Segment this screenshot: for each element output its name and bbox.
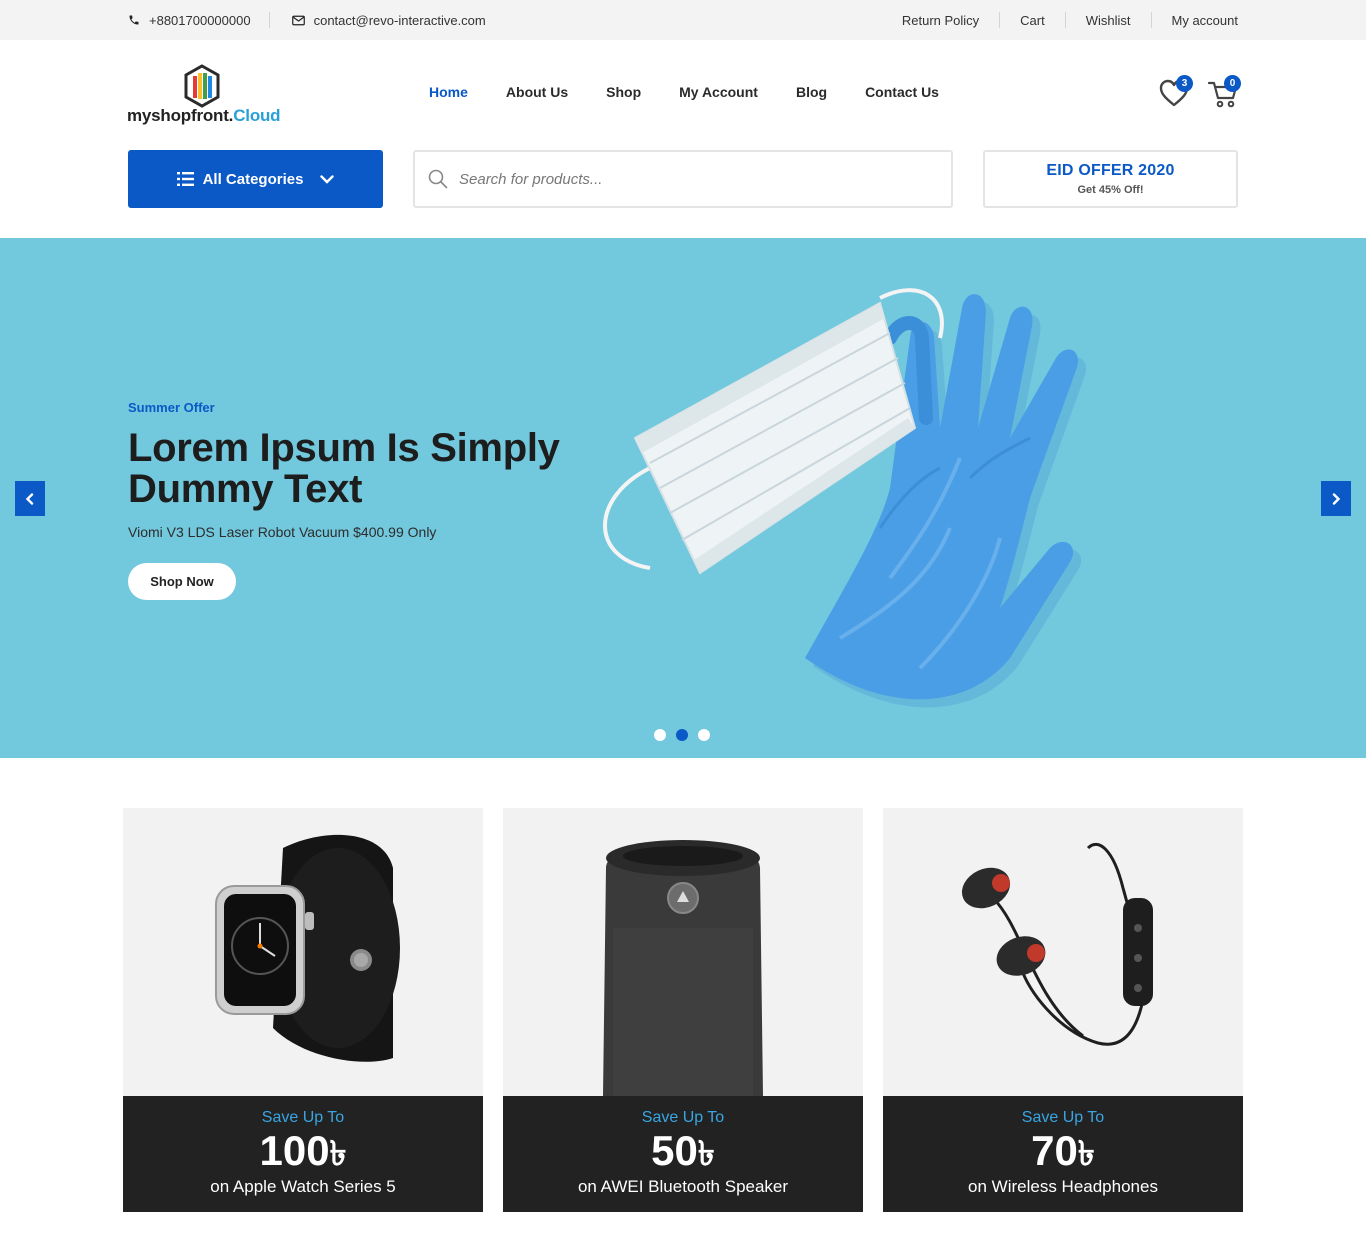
promo-description: on Wireless Headphones [968, 1177, 1158, 1196]
hero-subtitle: Viomi V3 LDS Laser Robot Vacuum $400.99 … [128, 524, 437, 540]
promo-card-footer: Save Up To 50৳ on AWEI Bluetooth Speaker [503, 1096, 863, 1212]
hero-eyebrow: Summer Offer [128, 400, 215, 415]
slider-dots [654, 729, 710, 741]
list-icon [176, 172, 194, 186]
search-icon[interactable] [428, 169, 448, 189]
all-categories-label: All Categories [202, 170, 304, 188]
cart-count-badge: 0 [1224, 75, 1241, 92]
wishlist-button[interactable]: 3 [1158, 75, 1193, 110]
envelope-icon [291, 15, 305, 25]
my-account-link[interactable]: My account [1172, 13, 1238, 28]
search-bar [413, 150, 953, 208]
search-input[interactable] [459, 170, 919, 188]
promo-amount: 50৳ [651, 1127, 715, 1174]
chevron-down-icon [320, 174, 335, 184]
shop-now-button[interactable]: Shop Now [128, 563, 236, 600]
slider-dot-2[interactable] [676, 729, 688, 741]
slider-dot-3[interactable] [698, 729, 710, 741]
promo-card-footer: Save Up To 70৳ on Wireless Headphones [883, 1096, 1243, 1212]
hero-slider: Summer Offer Lorem Ipsum Is Simply Dummy… [0, 238, 1366, 758]
promo-save-label: Save Up To [261, 1109, 345, 1126]
promo-card-watch[interactable]: Save Up To 100৳ on Apple Watch Series 5 [123, 808, 483, 1212]
eid-offer-banner[interactable]: EID OFFER 2020 Get 45% Off! [983, 150, 1238, 208]
promo-amount: 100৳ [259, 1127, 347, 1174]
all-categories-button[interactable]: All Categories [128, 150, 383, 208]
promo-card-footer: Save Up To 100৳ on Apple Watch Series 5 [123, 1096, 483, 1212]
wishlist-link[interactable]: Wishlist [1086, 13, 1131, 28]
site-logo[interactable]: myshopfront.Cloud [127, 64, 287, 128]
cart-button[interactable]: 0 [1207, 75, 1243, 110]
divider [1064, 12, 1066, 28]
main-nav: Home About Us Shop My Account Blog Conta… [429, 84, 939, 100]
hero-title: Lorem Ipsum Is Simply Dummy Text [128, 426, 560, 511]
logo-text: myshopfront.Cloud [127, 106, 281, 125]
slider-prev-button[interactable] [15, 481, 45, 516]
cart-link[interactable]: Cart [1020, 13, 1045, 28]
nav-home[interactable]: Home [429, 84, 468, 100]
promo-save-label: Save Up To [641, 1109, 725, 1126]
top-bar: +8801700000000 contact@revo-interactive.… [0, 0, 1366, 40]
email-address: contact@revo-interactive.com [313, 12, 486, 28]
offer-subtitle: Get 45% Off! [1077, 184, 1144, 196]
divider [999, 12, 1001, 28]
divider [268, 12, 270, 28]
promo-card-speaker[interactable]: Save Up To 50৳ on AWEI Bluetooth Speaker [503, 808, 863, 1212]
chevron-left-icon [25, 492, 34, 505]
slider-next-button[interactable] [1321, 481, 1351, 516]
nav-my-account[interactable]: My Account [679, 84, 758, 100]
promo-card-headphones[interactable]: Save Up To 70৳ on Wireless Headphones [883, 808, 1243, 1212]
phone-icon [129, 15, 139, 25]
phone-number: +8801700000000 [149, 12, 251, 28]
nav-blog[interactable]: Blog [796, 84, 827, 100]
offer-title: EID OFFER 2020 [1046, 162, 1175, 179]
nav-shop[interactable]: Shop [606, 84, 641, 100]
phone-contact[interactable]: +8801700000000 [128, 13, 251, 28]
nav-about-us[interactable]: About Us [506, 84, 568, 100]
slider-dot-1[interactable] [654, 729, 666, 741]
mask-and-gloves-image [603, 288, 1086, 708]
apple-watch-image [215, 834, 400, 1062]
wishlist-count-badge: 3 [1176, 75, 1193, 92]
return-policy-link[interactable]: Return Policy [902, 13, 979, 28]
logo-mark-icon [184, 64, 220, 108]
nav-contact-us[interactable]: Contact Us [865, 84, 939, 100]
promo-save-label: Save Up To [1021, 1109, 1105, 1126]
promo-amount: 70৳ [1031, 1127, 1095, 1174]
chevron-right-icon [1332, 492, 1341, 505]
wireless-headphones-image [961, 842, 1153, 1046]
divider [1150, 12, 1152, 28]
promo-description: on Apple Watch Series 5 [210, 1177, 396, 1196]
email-contact[interactable]: contact@revo-interactive.com [291, 12, 486, 28]
promo-description: on AWEI Bluetooth Speaker [577, 1177, 789, 1196]
bluetooth-speaker-image [603, 840, 763, 1096]
